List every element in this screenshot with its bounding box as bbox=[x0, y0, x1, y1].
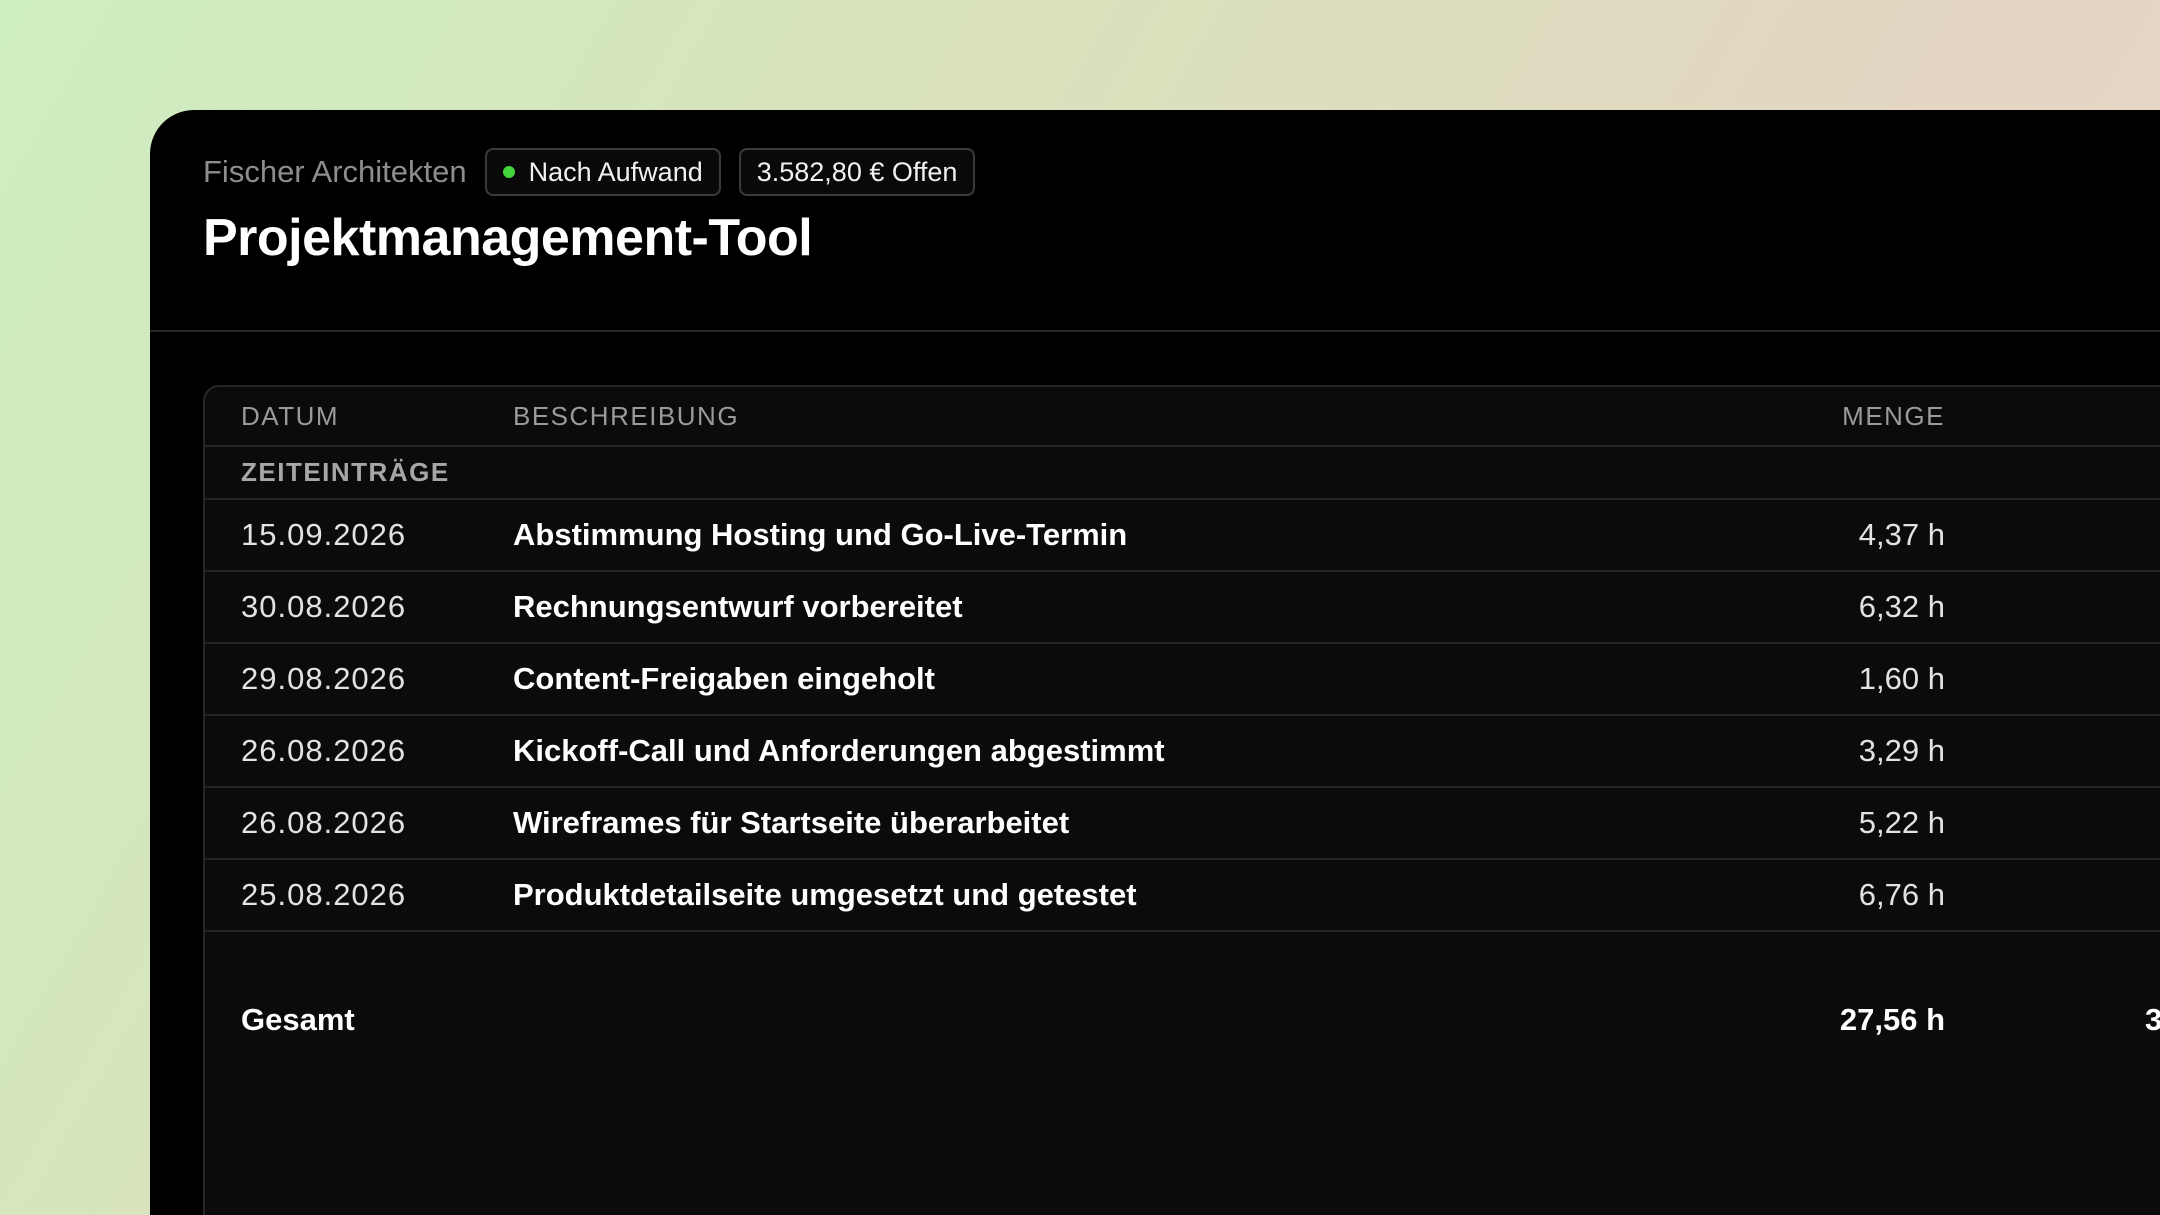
row-date: 15.09.2026 bbox=[241, 517, 407, 552]
table-row[interactable]: 25.08.2026 Produktdetailseite umgesetzt u… bbox=[205, 860, 2160, 932]
total-label: Gesamt bbox=[241, 1002, 355, 1037]
row-date: 26.08.2026 bbox=[241, 805, 407, 840]
row-quantity: 5,22 h bbox=[1858, 805, 1945, 840]
column-header-quantity[interactable]: MENGE bbox=[1605, 387, 1945, 445]
row-quantity: 3,29 h bbox=[1858, 733, 1945, 768]
row-quantity: 6,76 h bbox=[1858, 877, 1945, 912]
table-header: DATUM BESCHREIBUNG MENGE bbox=[205, 387, 2160, 447]
table-row[interactable]: 30.08.2026 Rechnungsentwurf vorbereitet 6,… bbox=[205, 572, 2160, 644]
column-header-description[interactable]: BESCHREIBUNG bbox=[513, 387, 739, 445]
group-label: ZEITEINTRÄGE bbox=[241, 457, 450, 487]
page-title: Projektmanagement-Tool bbox=[203, 209, 813, 267]
row-date: 29.08.2026 bbox=[241, 661, 407, 696]
row-quantity: 6,32 h bbox=[1858, 589, 1945, 624]
billing-type-badge[interactable]: Nach Aufwand bbox=[484, 148, 721, 196]
row-date: 26.08.2026 bbox=[241, 733, 407, 768]
billing-type-label: Nach Aufwand bbox=[528, 156, 703, 187]
client-name[interactable]: Fischer Architekten bbox=[203, 154, 467, 190]
row-date: 30.08.2026 bbox=[241, 589, 407, 624]
row-quantity: 4,37 h bbox=[1858, 517, 1945, 552]
row-description: Abstimmung Hosting und Go-Live-Termin bbox=[513, 517, 1128, 552]
time-entries-table: DATUM BESCHREIBUNG MENGE ZEITEINTRÄGE 15… bbox=[203, 385, 2160, 1215]
table-row[interactable]: 26.08.2026 Wireframes für Startseite über… bbox=[205, 788, 2160, 860]
total-row: Gesamt 27,56 h 3 bbox=[205, 988, 2160, 1052]
row-description: Kickoff-Call und Anforderungen abgestimm… bbox=[513, 733, 1165, 768]
table-row[interactable]: 26.08.2026 Kickoff-Call und Anforderungen… bbox=[205, 716, 2160, 788]
table-row[interactable]: 15.09.2026 Abstimmung Hosting und Go-Live… bbox=[205, 500, 2160, 572]
status-dot-icon bbox=[502, 166, 515, 178]
open-amount-badge[interactable]: 3.582,80 € Offen bbox=[738, 148, 976, 196]
row-description: Wireframes für Startseite überarbeitet bbox=[513, 805, 1070, 840]
group-row: ZEITEINTRÄGE bbox=[205, 447, 2160, 500]
row-description: Produktdetailseite umgesetzt und geteste… bbox=[513, 877, 1137, 912]
row-description: Content-Freigaben eingeholt bbox=[513, 661, 935, 696]
app-window: Fischer Architekten Nach Aufwand 3.582,8… bbox=[150, 110, 2160, 1215]
open-amount-label: 3.582,80 € Offen bbox=[756, 156, 958, 187]
row-date: 25.08.2026 bbox=[241, 877, 407, 912]
column-header-date[interactable]: DATUM bbox=[241, 387, 339, 445]
table-row[interactable]: 29.08.2026 Content-Freigaben eingeholt 1,6… bbox=[205, 644, 2160, 716]
total-quantity: 27,56 h bbox=[1839, 1002, 1945, 1037]
total-amount-truncated: 3 bbox=[2145, 1002, 2160, 1037]
project-meta: Fischer Architekten Nach Aufwand 3.582,8… bbox=[203, 146, 993, 198]
row-quantity: 1,60 h bbox=[1858, 661, 1945, 696]
project-header: Fischer Architekten Nach Aufwand 3.582,8… bbox=[150, 110, 2160, 332]
row-description: Rechnungsentwurf vorbereitet bbox=[513, 589, 963, 624]
